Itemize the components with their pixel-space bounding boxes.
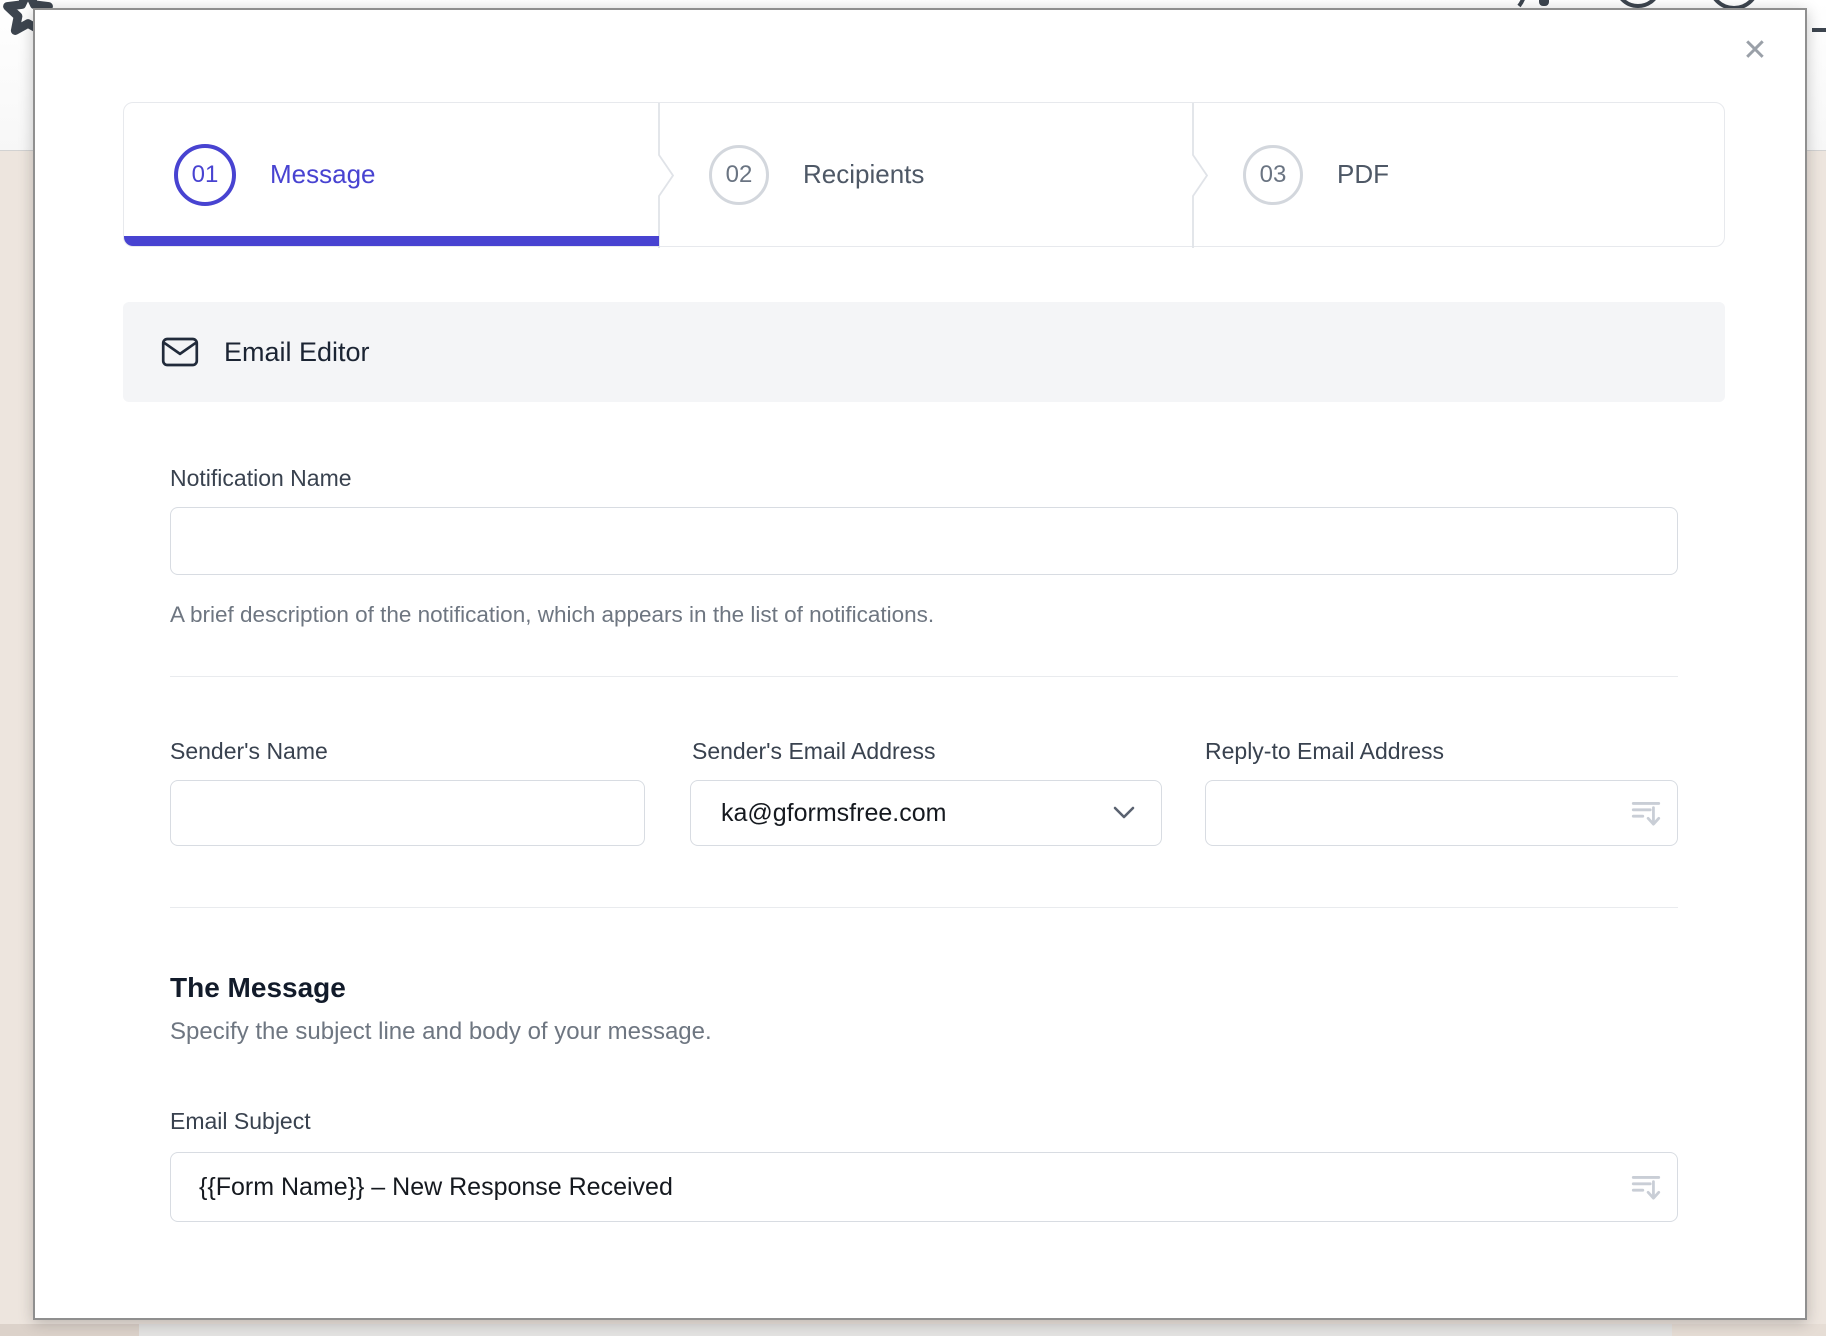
browser-icon-fragment[interactable]: [1810, 0, 1826, 40]
page-background-right: [1672, 1324, 1826, 1336]
notification-name-help: A brief description of the notification,…: [170, 602, 934, 628]
notification-name-input[interactable]: [170, 507, 1678, 575]
sender-name-label: Sender's Name: [170, 738, 328, 765]
message-section-title: The Message: [170, 972, 346, 1004]
active-step-indicator: [124, 236, 659, 246]
close-icon[interactable]: ✕: [1731, 26, 1779, 74]
step-pdf-number: 03: [1243, 145, 1303, 205]
step-recipients-label: Recipients: [803, 159, 924, 190]
sender-name-input[interactable]: [170, 780, 645, 846]
reply-to-label: Reply-to Email Address: [1205, 738, 1444, 765]
step-message-label: Message: [270, 159, 376, 190]
envelope-icon: [161, 336, 199, 368]
divider: [170, 676, 1678, 677]
sender-email-label: Sender's Email Address: [692, 738, 935, 765]
step-pdf[interactable]: 03 PDF: [1193, 103, 1726, 246]
reply-to-input[interactable]: [1205, 780, 1678, 846]
page-background-left: [0, 1324, 139, 1336]
step-message[interactable]: 01 Message: [124, 103, 659, 246]
step-pdf-label: PDF: [1337, 159, 1389, 190]
stepper: 01 Message 02 Recipients 03 PDF: [123, 102, 1725, 247]
email-subject-input[interactable]: [170, 1152, 1678, 1222]
section-title: Email Editor: [224, 337, 370, 368]
page-background-center: [139, 1324, 1672, 1336]
notification-editor-modal: ✕ 01 Message 02 Recipients 03 PDF Email …: [33, 8, 1807, 1320]
sender-email-select[interactable]: ka@gformsfree.com: [690, 780, 1162, 846]
email-subject-label: Email Subject: [170, 1108, 311, 1135]
step-message-number: 01: [174, 144, 236, 206]
step-recipients-number: 02: [709, 145, 769, 205]
step-recipients[interactable]: 02 Recipients: [659, 103, 1193, 246]
step-separator-chevron: [1180, 103, 1210, 248]
email-editor-header: Email Editor: [123, 302, 1725, 402]
notification-name-label: Notification Name: [170, 465, 352, 492]
message-section-subtitle: Specify the subject line and body of you…: [170, 1018, 712, 1046]
step-separator-chevron: [646, 103, 676, 248]
divider: [170, 907, 1678, 908]
